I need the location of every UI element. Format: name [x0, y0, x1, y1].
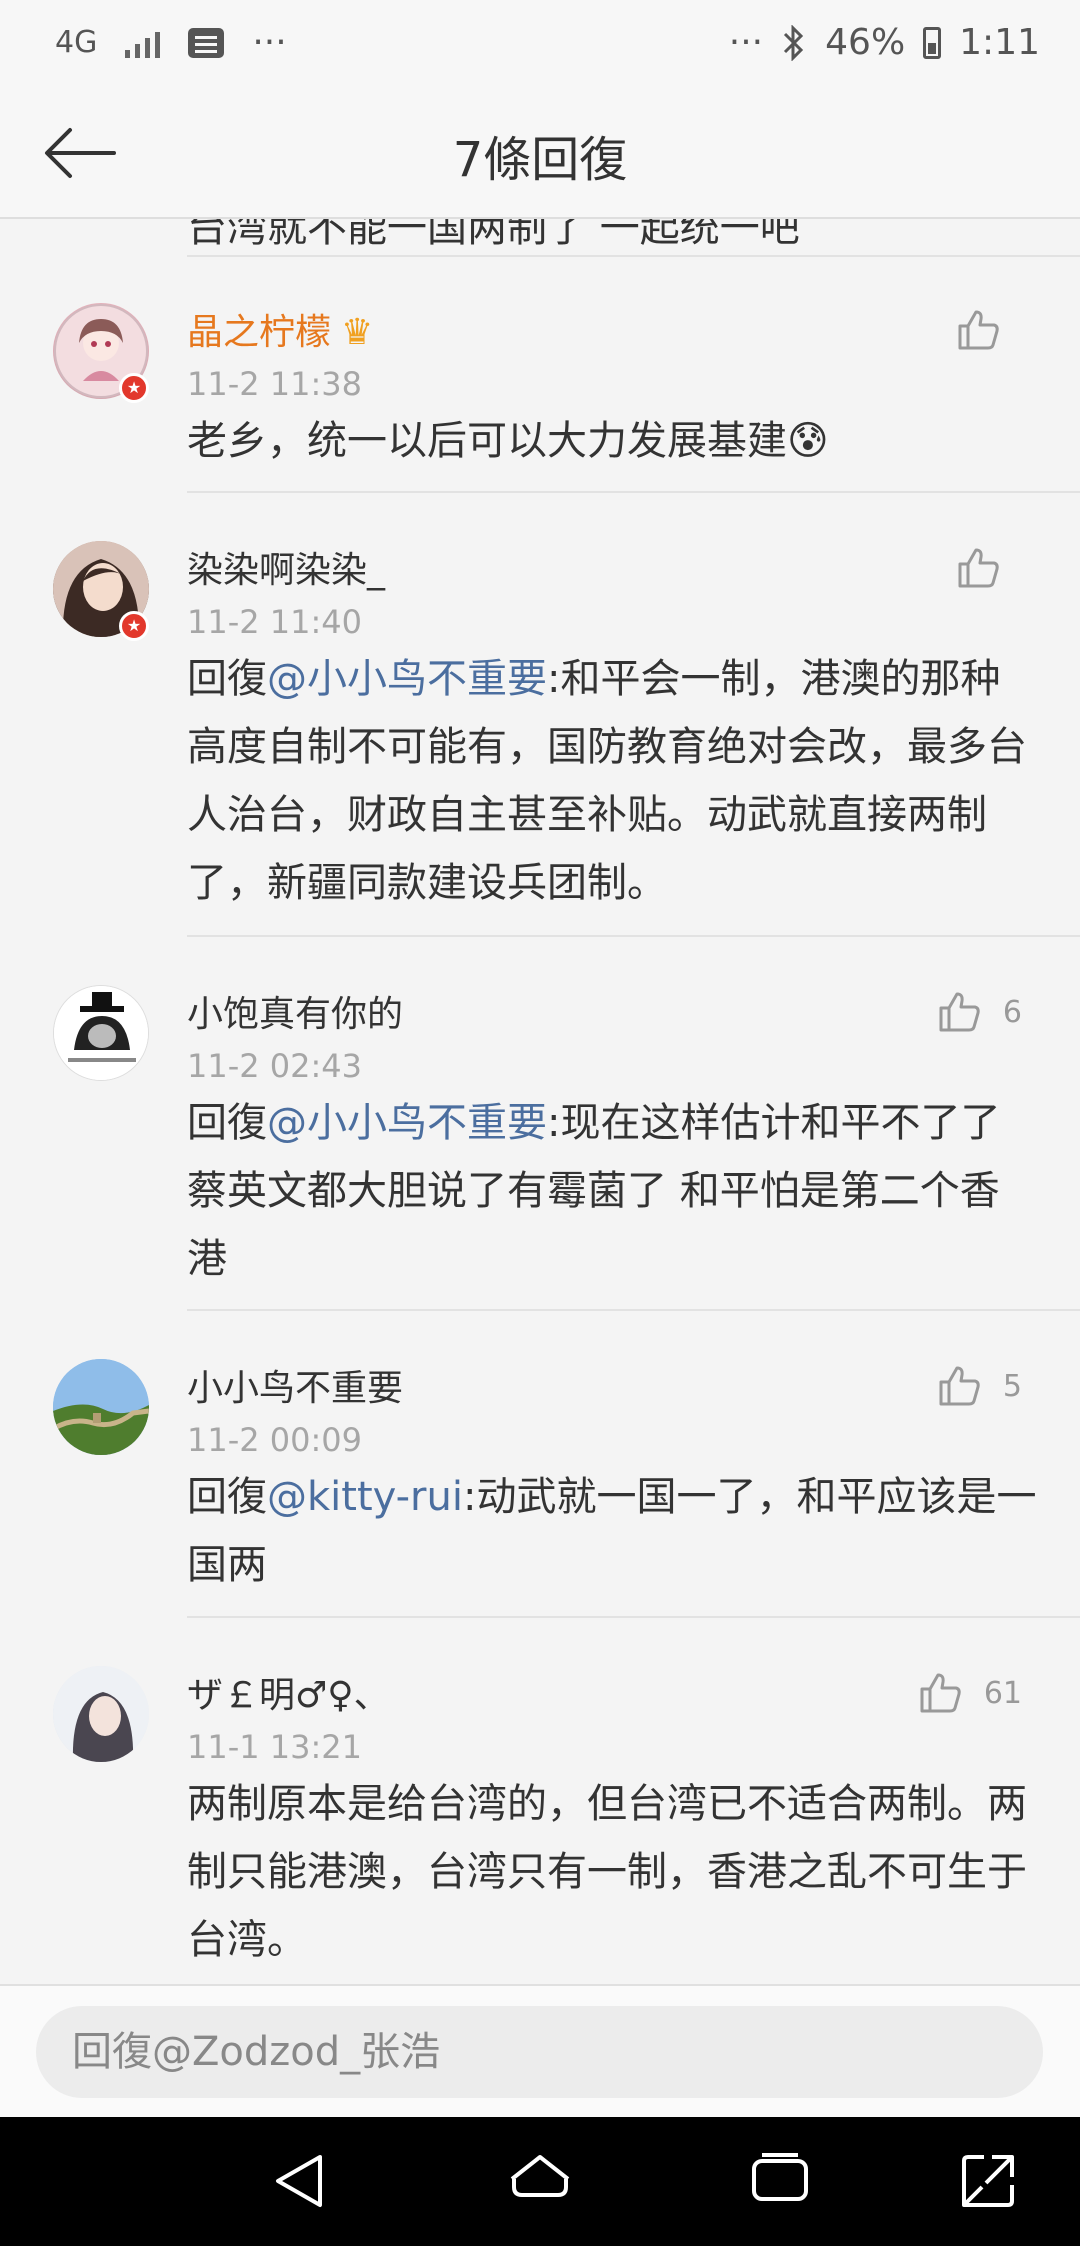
system-navigation-bar — [0, 2117, 1080, 2246]
comment-time: 11-2 11:40 — [187, 603, 363, 641]
thumbs-up-icon — [958, 310, 999, 350]
divider — [187, 1309, 1080, 1311]
page-title: 7條回復 — [452, 132, 628, 188]
avatar[interactable] — [53, 985, 149, 1081]
mention-link[interactable]: @kitty-rui — [267, 1474, 463, 1520]
like-count: 61 — [983, 1675, 1022, 1711]
like-count: 6 — [1002, 994, 1022, 1030]
comment-time: 11-1 13:21 — [187, 1728, 363, 1766]
comment-author[interactable]: 染染啊染染_ — [187, 541, 385, 593]
message-notification-icon — [188, 27, 225, 58]
nav-home-icon[interactable] — [508, 2149, 572, 2213]
reply-input[interactable]: 回復@Zodzod_张浩 — [36, 2006, 1043, 2098]
comment-author[interactable]: 小小鸟不重要 — [187, 1359, 403, 1411]
avatar[interactable] — [53, 1359, 149, 1455]
divider — [187, 491, 1080, 493]
divider — [187, 935, 1080, 937]
divider — [187, 1616, 1080, 1618]
battery-icon — [923, 26, 942, 59]
signal-icon — [125, 28, 161, 58]
more-status-icon: ··· — [728, 22, 764, 63]
verified-badge-icon: ★ — [119, 373, 149, 403]
cut-off-comment-text: 台湾就不能一国两制了 一起统一吧 — [187, 219, 800, 251]
portrait-avatar-icon — [53, 1666, 149, 1762]
nav-back-icon[interactable] — [268, 2149, 332, 2213]
comment-text: 回復@kitty-rui:动武就一国一了，和平应该是一国两 — [187, 1474, 1037, 1588]
great-wall-avatar-icon — [53, 1359, 149, 1455]
meme-face-avatar-icon — [54, 986, 148, 1080]
network-indicator: 4G — [55, 24, 98, 60]
battery-percent: 46% — [825, 22, 906, 63]
comment-author[interactable]: 晶之柠檬 ♛ — [187, 303, 373, 355]
thumbs-up-icon — [958, 548, 999, 588]
thumbs-up-icon — [939, 992, 980, 1032]
crown-icon: ♛ — [341, 312, 374, 353]
thumbs-up-icon — [939, 1366, 980, 1406]
nav-expand-icon[interactable] — [956, 2149, 1020, 2213]
more-notifications-icon: ··· — [252, 22, 287, 63]
like-count: 5 — [1002, 1368, 1022, 1404]
comment-text: 回復@小小鸟不重要:和平会一制，港澳的那种高度自制不可能有，国防教育绝对会改，最… — [187, 656, 1027, 906]
like-button[interactable]: 5 — [935, 1361, 1022, 1411]
status-bar: 4G ··· ··· 46% 1:11 — [0, 0, 1080, 90]
comment-author[interactable]: 小饱真有你的 — [187, 985, 403, 1037]
verified-badge-icon: ★ — [119, 611, 149, 641]
comment-list[interactable]: 台湾就不能一国两制了 一起统一吧 ★ 晶之柠檬 ♛ 11-2 11:38 老乡，统… — [0, 219, 1080, 1984]
mention-link[interactable]: @小小鸟不重要 — [267, 1100, 547, 1146]
divider — [187, 255, 1080, 257]
comment-text: 老乡，统一以后可以大力发展基建😰 — [187, 418, 829, 464]
nav-recents-icon[interactable] — [748, 2149, 812, 2213]
bluetooth-icon — [784, 24, 804, 61]
like-button[interactable] — [954, 543, 1022, 593]
thumbs-up-icon — [920, 1673, 961, 1713]
comment-author[interactable]: ザ￡明♂♀、 — [187, 1666, 390, 1718]
app-header: 7條回復 — [0, 90, 1080, 219]
avatar[interactable] — [53, 1666, 149, 1762]
comment-time: 11-2 11:38 — [187, 365, 363, 403]
clock: 1:11 — [959, 22, 1040, 63]
comment-text: 回復@小小鸟不重要:现在这样估计和平不了了 蔡英文都大胆说了有霉菌了 和平怕是第… — [187, 1100, 1001, 1282]
reply-bar: 回復@Zodzod_张浩 — [0, 1984, 1080, 2119]
like-button[interactable]: 6 — [935, 987, 1022, 1037]
like-button[interactable]: 61 — [916, 1668, 1022, 1718]
comment-time: 11-2 00:09 — [187, 1421, 363, 1459]
mention-link[interactable]: @小小鸟不重要 — [267, 656, 547, 702]
like-button[interactable] — [954, 305, 1022, 355]
comment-time: 11-2 02:43 — [187, 1047, 363, 1085]
comment-text: 两制原本是给台湾的，但台湾已不适合两制。两制只能港澳，台湾只有一制，香港之乱不可… — [187, 1781, 1027, 1963]
